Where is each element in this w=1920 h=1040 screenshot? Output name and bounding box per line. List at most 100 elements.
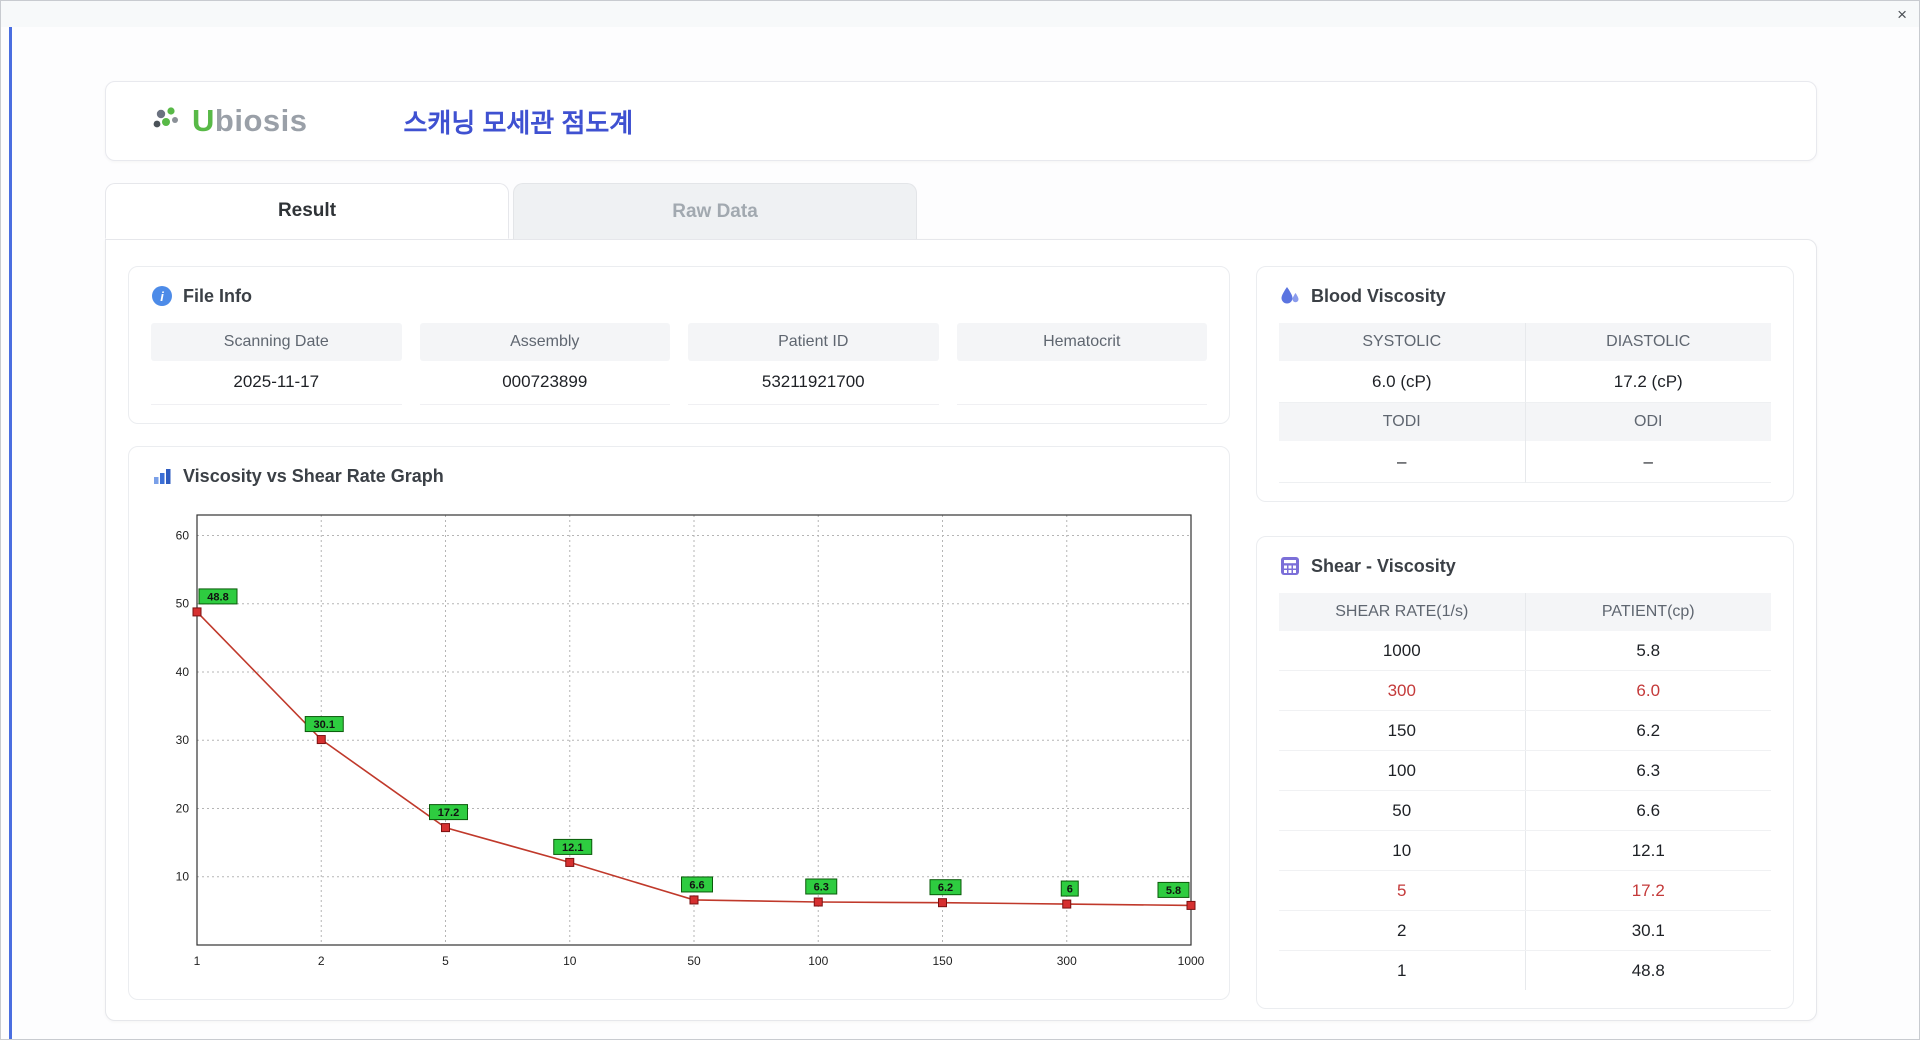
svg-text:6.6: 6.6 (689, 879, 704, 891)
svg-text:150: 150 (932, 954, 952, 968)
field-label: Assembly (419, 323, 670, 361)
svg-text:30: 30 (176, 733, 190, 747)
sv-patient-value: 6.2 (1636, 720, 1661, 740)
shear-viscosity-row: 10 12.1 (1279, 831, 1771, 871)
calculator-icon (1281, 557, 1299, 575)
shear-viscosity-header: Shear - Viscosity (1279, 555, 1771, 577)
shear-viscosity-title: Shear - Viscosity (1311, 555, 1456, 576)
blood-viscosity-card: Blood Viscosity SYSTOLIC DIASTOLIC 6.0 (… (1256, 266, 1794, 502)
file-info-title: File Info (183, 285, 252, 306)
sv-patient-value: 6.6 (1636, 800, 1661, 820)
file-info-card: i File Info Scanning Date 2025-11-17 Assem… (128, 266, 1230, 424)
shear-viscosity-row: 1 48.8 (1279, 951, 1771, 990)
ubiosis-logo: Ubiosis (150, 103, 307, 139)
svg-text:10: 10 (563, 954, 577, 968)
file-info-field: Hematocrit (956, 323, 1208, 405)
logo-text: Ubiosis (192, 103, 308, 138)
file-info-field: Scanning Date 2025-11-17 (151, 323, 402, 405)
file-info-header: i File Info (151, 285, 1207, 307)
shear-viscosity-row: 100 6.3 (1279, 751, 1771, 791)
sv-shear-value: 10 (1279, 831, 1526, 870)
bv-label-todi: TODI (1279, 403, 1526, 441)
svg-text:10: 10 (176, 870, 190, 884)
sv-shear-value: 300 (1279, 671, 1526, 710)
tab-result[interactable]: Result (105, 183, 509, 239)
shear-viscosity-card: Shear - Viscosity SHEAR RATE(1/s) PATIEN… (1256, 536, 1794, 1009)
svg-text:5: 5 (442, 954, 449, 968)
page-title: 스캐닝 모세관 점도계 (403, 107, 634, 138)
svg-text:6.3: 6.3 (814, 882, 829, 894)
sv-rows: 1000 5.8 300 6.0 150 6.2 100 6.3 50 6.6 10 12.1 5 17.… (1279, 631, 1771, 990)
svg-text:6.2: 6.2 (938, 882, 953, 894)
sv-patient-value: 6.3 (1636, 760, 1661, 780)
svg-text:50: 50 (687, 954, 701, 968)
svg-text:48.8: 48.8 (207, 591, 228, 603)
svg-text:2: 2 (318, 954, 325, 968)
bv-label-diastolic: DIASTOLIC (1525, 323, 1771, 361)
sv-patient-value: 12.1 (1631, 840, 1665, 860)
sv-col-shear-rate: SHEAR RATE(1/s) (1279, 593, 1526, 631)
bv-label-systolic: SYSTOLIC (1279, 323, 1526, 361)
sv-patient-value: 30.1 (1631, 920, 1665, 940)
file-info-field: Assembly 000723899 (419, 323, 670, 405)
svg-text:30.1: 30.1 (314, 719, 335, 731)
svg-text:1000: 1000 (1178, 954, 1205, 968)
bv-header-row-1: SYSTOLIC DIASTOLIC (1279, 323, 1771, 361)
blood-viscosity-table: SYSTOLIC DIASTOLIC 6.0 (cP) 17.2 (cP) TO… (1279, 323, 1771, 483)
bv-header-row-2: TODI ODI (1279, 403, 1771, 441)
bv-value-odi: – (1525, 441, 1771, 483)
result-panel: i File Info Scanning Date 2025-11-17 Assem… (105, 239, 1817, 1021)
bv-value-row-1: 6.0 (cP) 17.2 (cP) (1279, 361, 1771, 403)
app-window: × Ubiosis 스캐닝 모세관 점도계 Result Raw Data i … (0, 0, 1920, 1040)
tab-raw-data[interactable]: Raw Data (513, 183, 917, 239)
header-card: Ubiosis 스캐닝 모세관 점도계 (105, 81, 1817, 161)
sv-shear-value: 50 (1279, 791, 1526, 830)
shear-viscosity-row: 1000 5.8 (1279, 631, 1771, 671)
graph-title: Viscosity vs Shear Rate Graph (183, 465, 444, 486)
sv-shear-value: 5 (1279, 871, 1526, 910)
right-column: Blood Viscosity SYSTOLIC DIASTOLIC 6.0 (… (1256, 266, 1794, 1009)
main-content: Ubiosis 스캐닝 모세관 점도계 Result Raw Data i Fi… (1, 27, 1919, 1021)
bv-value-todi: – (1279, 441, 1526, 483)
bv-value-row-2: – – (1279, 441, 1771, 483)
field-label: Patient ID (688, 323, 939, 361)
sv-shear-value: 1000 (1279, 631, 1526, 670)
field-value: 53211921700 (761, 372, 865, 391)
sv-shear-value: 1 (1279, 951, 1526, 990)
bv-value-systolic: 6.0 (cP) (1279, 361, 1526, 403)
bv-value-diastolic: 17.2 (cP) (1525, 361, 1771, 403)
field-value: 2025-11-17 (233, 372, 320, 391)
svg-text:12.1: 12.1 (562, 842, 583, 854)
field-value: 000723899 (502, 372, 588, 391)
shear-viscosity-row: 5 17.2 (1279, 871, 1771, 911)
blood-viscosity-header: Blood Viscosity (1279, 285, 1771, 307)
bv-label-odi: ODI (1525, 403, 1771, 441)
bar-chart-icon (154, 469, 171, 484)
sv-shear-value: 100 (1279, 751, 1526, 790)
shear-viscosity-row: 150 6.2 (1279, 711, 1771, 751)
sv-header-row: SHEAR RATE(1/s) PATIENT(cp) (1279, 593, 1771, 631)
field-label: Hematocrit (956, 323, 1207, 361)
graph-header: Viscosity vs Shear Rate Graph (151, 465, 1207, 487)
logo-dots-icon (153, 107, 178, 128)
sv-col-patient: PATIENT(cp) (1525, 593, 1771, 631)
shear-viscosity-row: 50 6.6 (1279, 791, 1771, 831)
svg-text:5.8: 5.8 (1166, 885, 1181, 897)
shear-viscosity-row: 300 6.0 (1279, 671, 1771, 711)
droplet-icon (1281, 287, 1299, 304)
file-info-fields: Scanning Date 2025-11-17 Assembly 000723899… (151, 323, 1207, 405)
titlebar: × (1, 1, 1919, 27)
svg-text:i: i (160, 289, 164, 304)
svg-text:100: 100 (808, 954, 828, 968)
field-value (957, 361, 1208, 402)
svg-text:6: 6 (1067, 884, 1073, 896)
svg-text:40: 40 (176, 665, 190, 679)
viscosity-chart: 10 20 30 40 50 60 1 2 5 10 50 100 150 300 1000 48.8 30.1… (151, 501, 1207, 980)
sv-patient-value: 6.0 (1636, 680, 1661, 700)
sv-patient-value: 48.8 (1631, 960, 1665, 980)
close-icon[interactable]: × (1897, 6, 1907, 23)
tab-bar: Result Raw Data (105, 183, 1819, 239)
shear-viscosity-table: SHEAR RATE(1/s) PATIENT(cp) 1000 5.8 300 6.… (1279, 593, 1771, 990)
info-icon: i (152, 286, 172, 306)
svg-text:1: 1 (194, 954, 201, 968)
